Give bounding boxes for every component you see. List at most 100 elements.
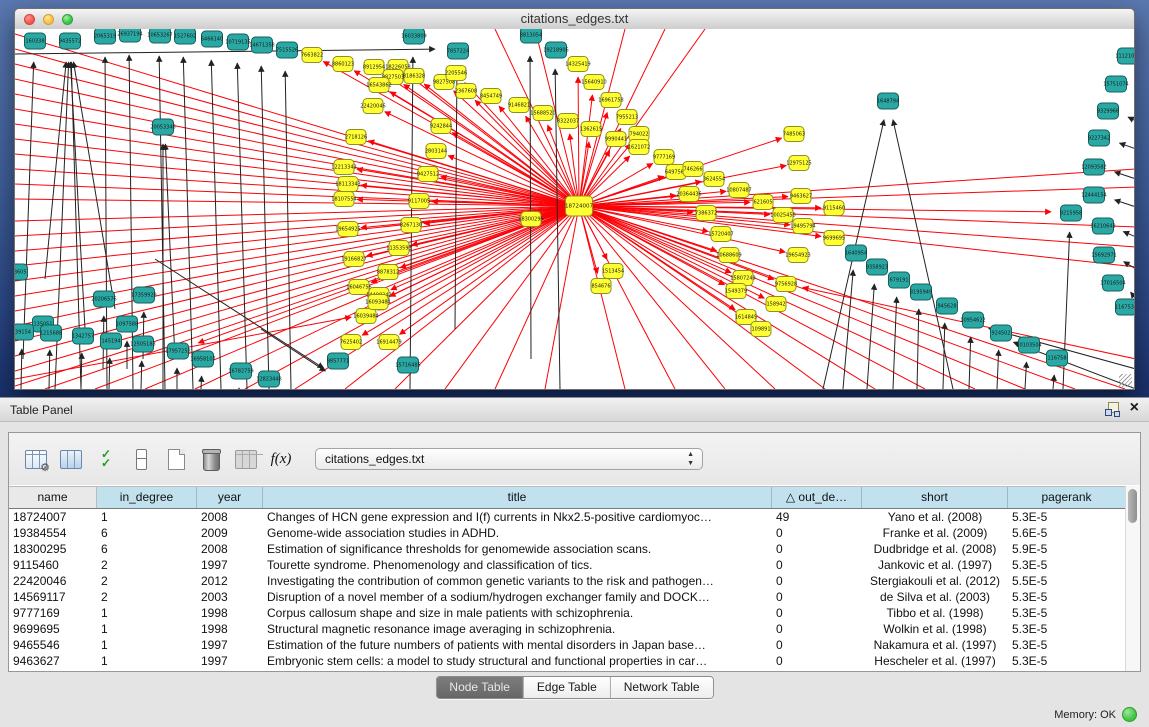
table-cell-title[interactable]: Corpus callosum shape and size in male p… xyxy=(263,605,772,621)
graph-node[interactable]: 15716485 xyxy=(395,357,420,373)
table-cell-name[interactable]: 9699695 xyxy=(9,621,97,637)
table-cell-pagerank[interactable]: 5.3E-5 xyxy=(1008,589,1126,605)
graph-node[interactable]: 8813054 xyxy=(520,29,542,43)
table-cell-short[interactable]: Stergiakouli et al. (2012) xyxy=(862,573,1008,589)
graph-node[interactable]: 16961758 xyxy=(598,93,623,108)
table-row[interactable]: 946554611997Estimation of the future num… xyxy=(9,637,1126,653)
close-window-icon[interactable] xyxy=(24,14,35,25)
graph-node[interactable]: 679191 xyxy=(889,272,910,288)
graph-node[interactable]: 19218906 xyxy=(543,42,568,58)
graph-node[interactable]: 17957253 xyxy=(165,343,190,359)
table-cell-title[interactable]: Estimation of the future numbers of pati… xyxy=(263,637,772,653)
table-cell-short[interactable]: Wolkin et al. (1998) xyxy=(862,621,1008,637)
delete-table-icon[interactable] xyxy=(198,446,224,472)
table-cell-short[interactable]: de Silva et al. (2003) xyxy=(862,589,1008,605)
graph-node[interactable]: 160338 xyxy=(25,33,46,49)
table-cell-pagerank[interactable]: 5.3E-5 xyxy=(1008,557,1126,573)
graph-node[interactable]: 9146821 xyxy=(508,98,530,113)
graph-node[interactable]: 9990441 xyxy=(605,132,627,147)
graph-node[interactable]: 6466140 xyxy=(201,31,223,47)
memory-status-icon[interactable] xyxy=(1122,707,1137,722)
column-header-name[interactable]: name xyxy=(9,487,97,508)
graph-node[interactable]: 158942 xyxy=(766,297,786,312)
function-builder-icon[interactable]: f(x) xyxy=(268,446,294,472)
graph-node[interactable]: 12505183 xyxy=(130,336,155,352)
graph-node[interactable]: 16210643 xyxy=(1090,218,1115,234)
graph-node[interactable]: 9227342 xyxy=(1088,130,1110,146)
table-cell-short[interactable]: Franke et al. (2009) xyxy=(862,525,1008,541)
graph-node[interactable]: 20364436 xyxy=(676,187,701,202)
table-cell-out_de[interactable]: 0 xyxy=(772,621,862,637)
table-cell-short[interactable]: Yano et al. (2008) xyxy=(862,509,1008,525)
graph-node[interactable]: 8454749 xyxy=(480,89,502,104)
graph-node[interactable]: 26937194 xyxy=(117,29,142,42)
table-cell-out_de[interactable]: 0 xyxy=(772,541,862,557)
table-cell-pagerank[interactable]: 5.3E-5 xyxy=(1008,621,1126,637)
graph-node[interactable]: 17016504 xyxy=(1100,275,1125,291)
graph-node[interactable]: 7663822 xyxy=(301,48,323,63)
graph-node[interactable]: 1527602 xyxy=(174,29,196,44)
graph-node[interactable]: 9242844 xyxy=(430,119,452,134)
table-cell-out_de[interactable]: 0 xyxy=(772,605,862,621)
graph-node[interactable]: 8186328 xyxy=(403,69,425,84)
graph-node[interactable]: 8267130 xyxy=(400,218,422,233)
graph-node[interactable]: 17359928 xyxy=(131,287,156,303)
tab-network-table[interactable]: Network Table xyxy=(610,677,713,698)
graph-node[interactable]: 8878312 xyxy=(377,265,399,280)
table-cell-name[interactable]: 14569117 xyxy=(9,589,97,605)
graph-node[interactable]: 9777169 xyxy=(653,150,675,165)
graph-node[interactable]: 9117005 xyxy=(408,194,430,209)
network-canvas[interactable]: 1603389435572206531926937194106532671527… xyxy=(14,29,1135,390)
table-row[interactable]: 1830029562008Estimation of significance … xyxy=(9,541,1126,557)
graph-node[interactable]: 924502 xyxy=(991,325,1012,341)
graph-node[interactable]: 16543862 xyxy=(366,78,391,93)
table-cell-title[interactable]: Investigating the contribution of common… xyxy=(263,573,772,589)
minimize-window-icon[interactable] xyxy=(43,14,54,25)
table-scrollbar-thumb[interactable] xyxy=(1128,489,1137,523)
column-header-title[interactable]: title xyxy=(263,487,772,508)
table-cell-pagerank[interactable]: 5.3E-5 xyxy=(1008,637,1126,653)
graph-node[interactable]: 18724007 xyxy=(565,196,593,216)
table-cell-in_degree[interactable]: 2 xyxy=(97,557,197,573)
table-cell-short[interactable]: Hescheler et al. (1997) xyxy=(862,653,1008,669)
table-cell-out_de[interactable]: 0 xyxy=(772,525,862,541)
graph-node[interactable]: 19654925 xyxy=(335,222,360,237)
graph-node[interactable]: 14671358 xyxy=(249,37,274,53)
table-cell-year[interactable]: 2012 xyxy=(197,573,263,589)
import-table-icon[interactable] xyxy=(233,446,259,472)
graph-node[interactable]: 19166827 xyxy=(341,252,366,267)
table-cell-year[interactable]: 1998 xyxy=(197,605,263,621)
graph-node[interactable]: 10688609 xyxy=(716,248,741,263)
graph-node[interactable]: 9427512 xyxy=(417,167,439,182)
graph-node[interactable]: 16958107 xyxy=(190,351,215,367)
table-cell-year[interactable]: 1997 xyxy=(197,637,263,653)
graph-node[interactable]: 8912954 xyxy=(363,60,385,75)
graph-node[interactable]: 1362615 xyxy=(580,122,602,137)
table-cell-pagerank[interactable]: 5.9E-5 xyxy=(1008,541,1126,557)
table-cell-in_degree[interactable]: 1 xyxy=(97,653,197,669)
table-row[interactable]: 2242004622012Investigating the contribut… xyxy=(9,573,1126,589)
table-cell-name[interactable]: 18300295 xyxy=(9,541,97,557)
table-cell-short[interactable]: Tibbo et al. (1998) xyxy=(862,605,1008,621)
table-row[interactable]: 1456911722003Disruption of a novel membe… xyxy=(9,589,1126,605)
graph-node[interactable]: 8322037 xyxy=(557,114,579,129)
table-cell-name[interactable]: 9115460 xyxy=(9,557,97,573)
column-header-out_de[interactable]: △ out_de… xyxy=(772,487,862,508)
table-cell-short[interactable]: Jankovic et al. (1997) xyxy=(862,557,1008,573)
graph-node[interactable]: 7857224 xyxy=(447,43,469,59)
graph-node[interactable]: 145194 xyxy=(101,333,122,349)
graph-node[interactable]: 20206576 xyxy=(91,291,116,307)
graph-node[interactable]: 9358923 xyxy=(866,259,888,275)
graph-node[interactable]: 12444154 xyxy=(1081,187,1106,203)
table-cell-in_degree[interactable]: 1 xyxy=(97,605,197,621)
graph-node[interactable]: 19495794 xyxy=(790,219,815,234)
graph-node[interactable]: 9115460 xyxy=(823,201,845,216)
citation-network-graph[interactable]: 1603389435572206531926937194106532671527… xyxy=(15,29,1134,389)
graph-node[interactable]: 22420046 xyxy=(360,99,385,114)
graph-node[interactable]: 15640910 xyxy=(581,75,606,90)
table-cell-pagerank[interactable]: 5.3E-5 xyxy=(1008,605,1126,621)
table-cell-in_degree[interactable]: 2 xyxy=(97,589,197,605)
tab-edge-table[interactable]: Edge Table xyxy=(523,677,610,698)
table-cell-out_de[interactable]: 0 xyxy=(772,589,862,605)
graph-node[interactable]: 16039484 xyxy=(353,309,378,324)
